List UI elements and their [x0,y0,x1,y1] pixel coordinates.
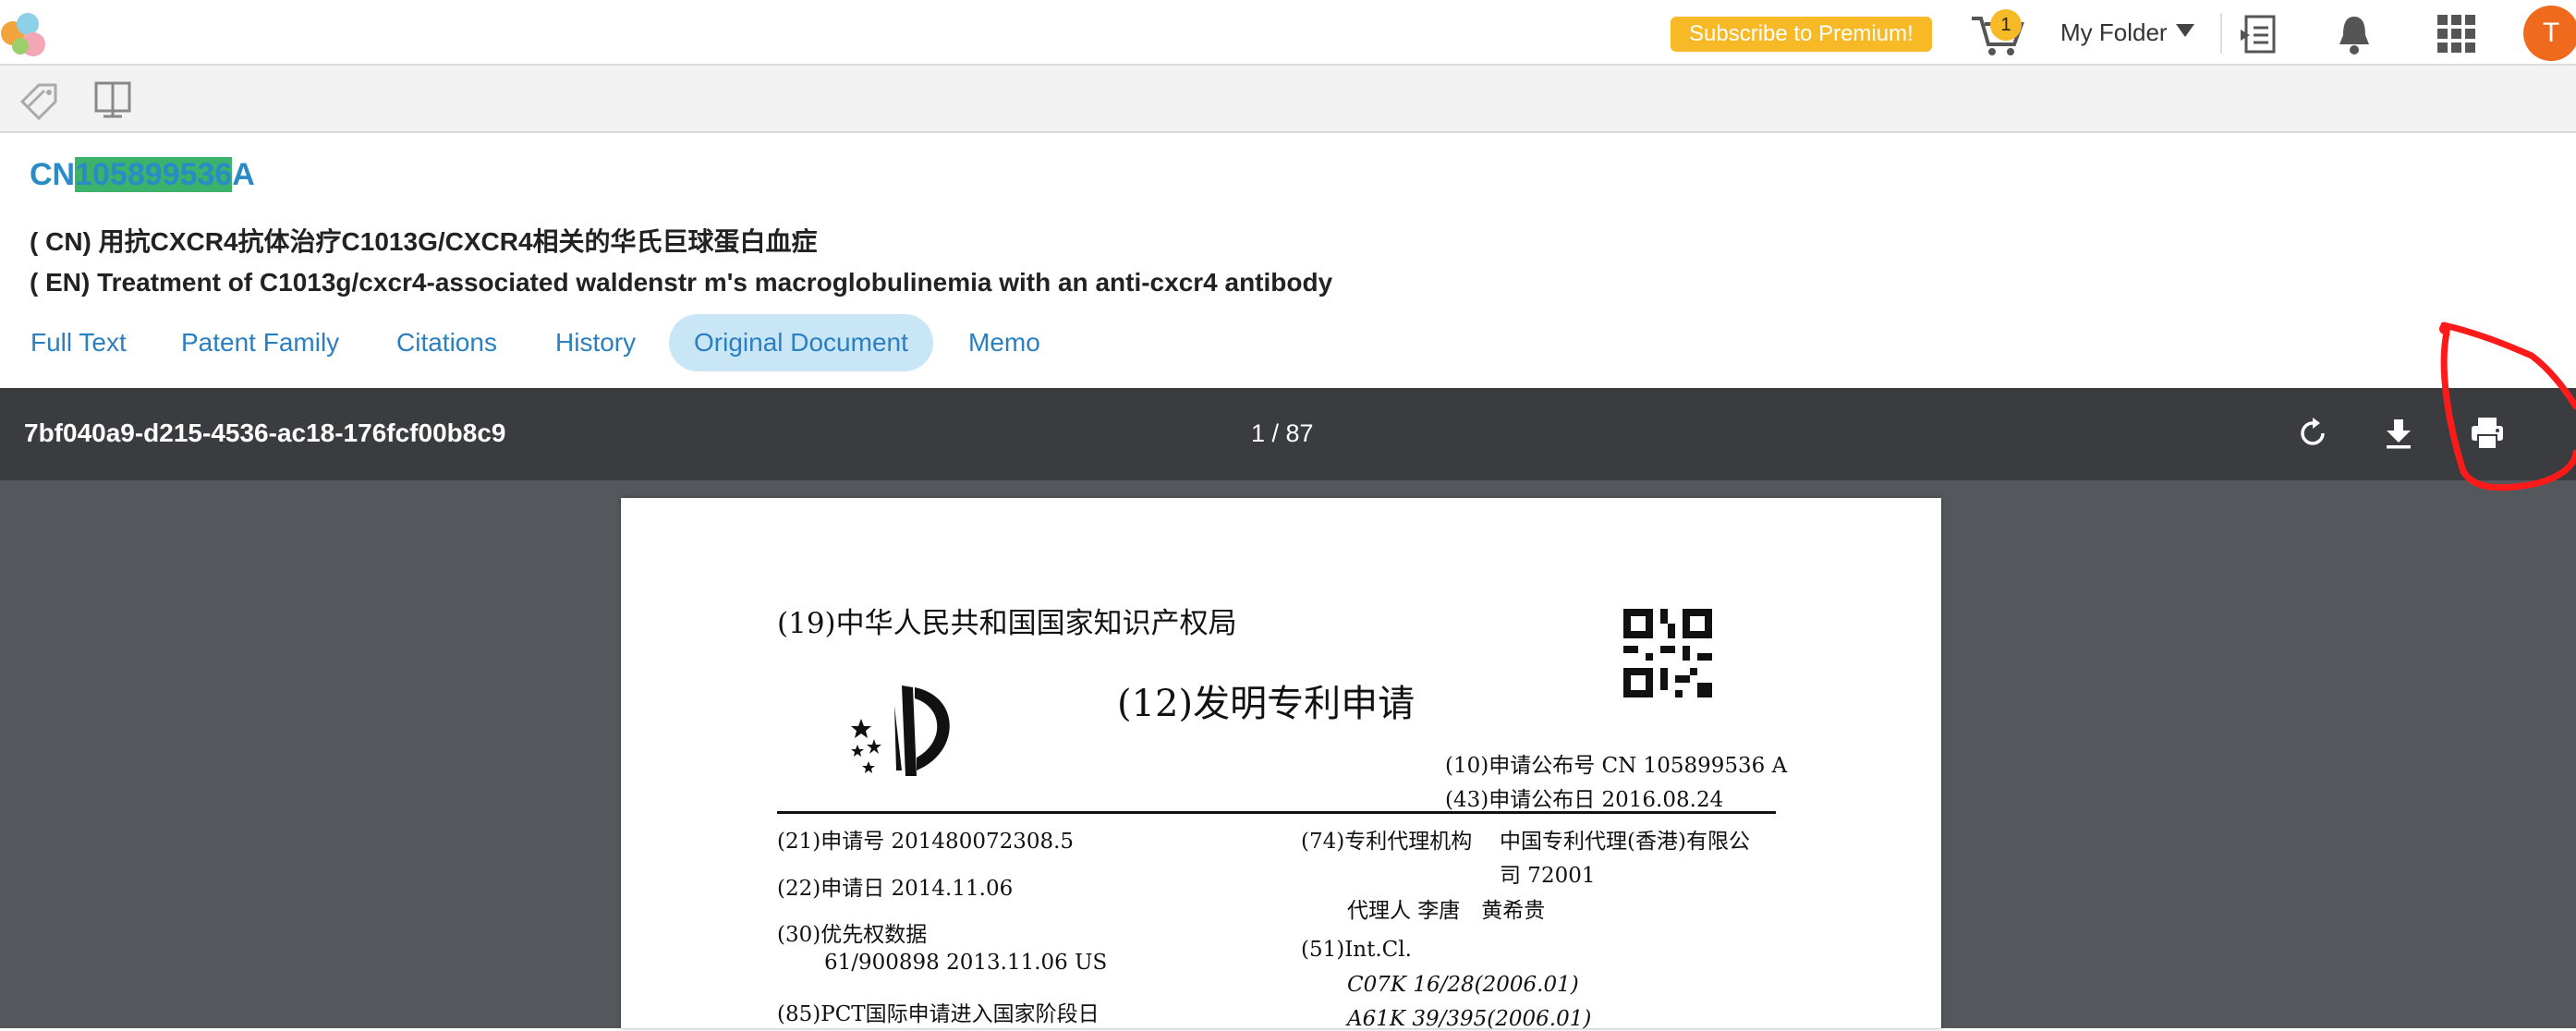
field-74-agency-value: 中国专利代理(香港)有限公 [1500,830,1750,854]
apps-grid-icon[interactable] [2437,15,2476,54]
field-85-pct-entry-date: (85)PCT国际申请进入国家阶段日 [777,1002,1100,1026]
patent-office-emblem [851,685,950,776]
title-english: ( EN) Treatment of C1013g/cxcr4-associat… [30,268,1333,297]
qr-code [1623,609,1712,697]
patent-header [0,133,2576,388]
field-agents: 代理人 李唐 黄希贵 [1347,899,1546,923]
subscribe-premium-button[interactable]: Subscribe to Premium! [1671,17,1932,52]
publication-number: CN105899536A [30,155,255,194]
pub-prefix: CN [30,157,76,192]
bell-icon[interactable] [2336,13,2373,55]
field-22-application-date: (22)申请日 2014.11.06 [777,877,1014,901]
document-page: (19)中华人民共和国国家知识产权局 (12)发明专利申请 (10)申请公布号 … [621,498,1941,1031]
document-type: (12)发明专利申请 [1117,683,1416,725]
cart-count-badge: 1 [1990,9,2022,41]
app-logo[interactable] [0,7,55,59]
field-43-publication-date: (43)申请公布日 2016.08.24 [1445,788,1724,812]
patent-office: (19)中华人民共和国国家知识产权局 [777,607,1237,640]
chevron-down-icon[interactable] [2176,24,2194,37]
divider [2220,13,2222,54]
secondary-toolbar [0,66,2576,133]
tab-original-document[interactable]: Original Document [669,314,933,371]
ipc-code-1: C07K 16/28(2006.01) [1347,973,1579,997]
document-id: 7bf040a9-d215-4536-ac18-176fcf00b8c9 [24,418,506,447]
tab-citations[interactable]: Citations [396,314,497,371]
tab-patent-family[interactable]: Patent Family [181,314,339,371]
print-icon[interactable] [2470,416,2505,451]
field-30-priority-value: 61/900898 2013.11.06 US [824,951,1108,975]
rotate-icon[interactable] [2298,418,2327,449]
tag-icon[interactable] [18,79,63,120]
title-chinese: ( CN) 用抗CXCR4抗体治疗C1013G/CXCR4相关的华氏巨球蛋白血症 [30,227,818,256]
field-74-agency-label: (74)专利代理机构 [1301,830,1473,854]
page-indicator: 1 / 87 [1251,419,1314,447]
my-folder-menu[interactable]: My Folder [2060,17,2168,48]
tab-memo[interactable]: Memo [968,314,1040,371]
field-10-publication-number: (10)申请公布号 CN 105899536 A [1445,754,1788,778]
tab-full-text[interactable]: Full Text [30,314,127,371]
field-51-int-cl: (51)Int.Cl. [1301,938,1412,962]
user-avatar[interactable]: T [2523,6,2576,61]
field-21-application-number: (21)申请号 201480072308.5 [777,830,1075,854]
pub-number-highlight: 105899536 [75,157,233,192]
export-icon[interactable] [2239,13,2279,55]
pub-suffix: A [232,157,255,192]
ipc-code-2: A61K 39/395(2006.01) [1347,1007,1592,1031]
field-30-priority-data: (30)优先权数据 [777,923,928,947]
header-rule [777,811,1776,814]
field-74-agency-code: 司 72001 [1500,864,1596,888]
download-icon[interactable] [2385,418,2412,449]
split-view-icon[interactable] [92,79,133,120]
tab-history[interactable]: History [555,314,636,371]
